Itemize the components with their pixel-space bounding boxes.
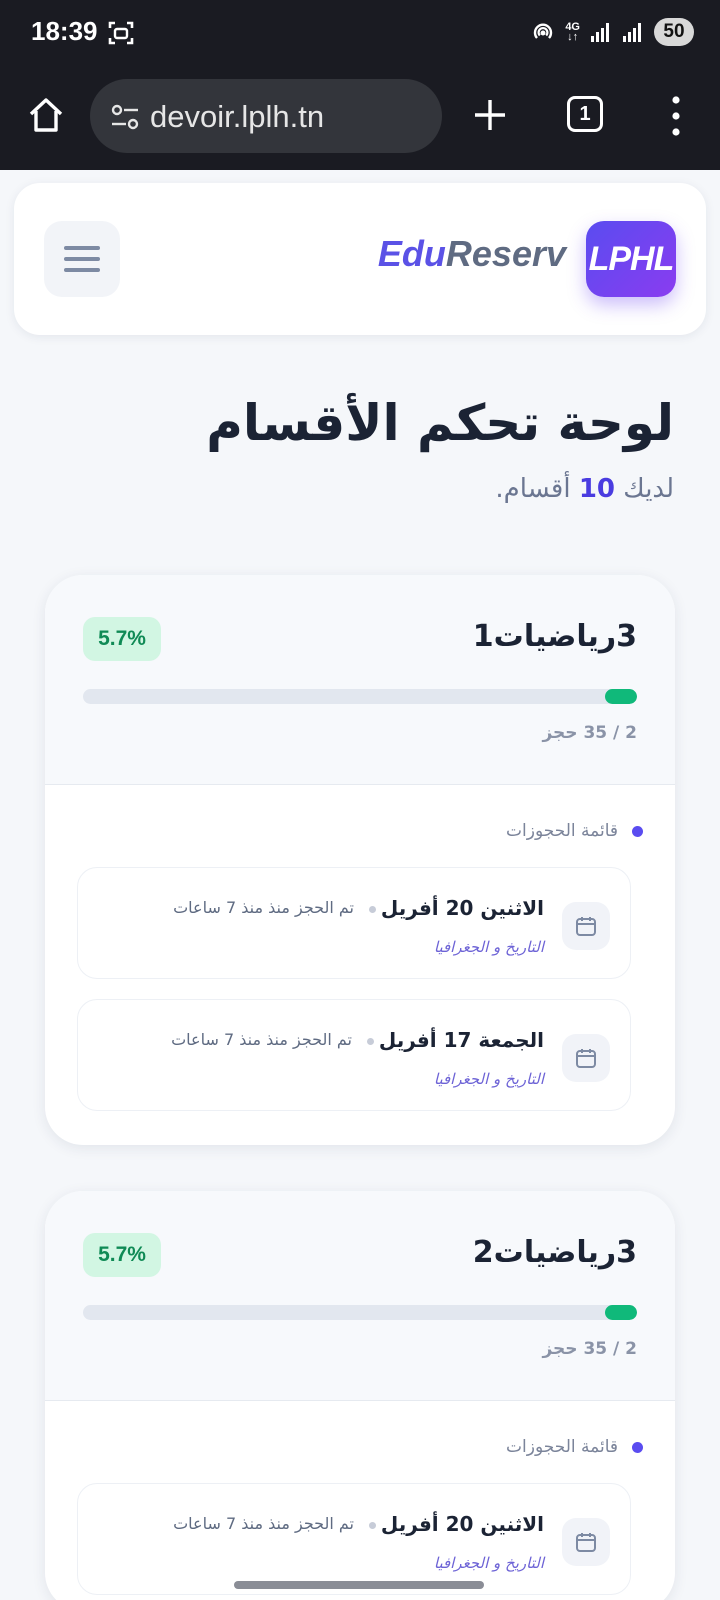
address-bar[interactable]: devoir.lplh.tn xyxy=(90,79,442,153)
app-header: EduReserv LPHL xyxy=(14,183,706,335)
booking-time-ago: تم الحجز منذ منذ 7 ساعات xyxy=(173,898,354,917)
bookings-list: قائمة الحجوزات الاثنين 20 أفريل تم الحجز… xyxy=(45,1401,675,1595)
page-subtitle: لديك 10 أقسام. xyxy=(495,474,674,504)
occupancy-progress-bar xyxy=(83,689,637,704)
bookings-list-title: قائمة الحجوزات xyxy=(506,1437,618,1457)
status-bar: 18:39 4G ↓↑ 50 xyxy=(0,0,720,68)
gesture-navigation-bar[interactable] xyxy=(234,1581,484,1589)
bookings-list-header: قائمة الحجوزات xyxy=(506,821,643,841)
section-card: 3رياضيات1 5.7% 2 / 35 حجز قائمة الحجوزات… xyxy=(45,575,675,1145)
separator-dot xyxy=(369,906,376,913)
screen-record-icon xyxy=(108,21,134,45)
url-text[interactable]: devoir.lplh.tn xyxy=(150,99,324,135)
section-count: 10 xyxy=(578,474,616,504)
signal-icon xyxy=(591,23,609,42)
subtitle-suffix: أقسام. xyxy=(495,474,571,504)
section-header: 3رياضيات1 5.7% 2 / 35 حجز xyxy=(45,575,675,785)
logo[interactable]: LPHL xyxy=(586,221,676,297)
progress-fill xyxy=(605,689,637,704)
separator-dot xyxy=(367,1038,374,1045)
home-icon[interactable] xyxy=(26,95,66,135)
booking-time-ago: تم الحجز منذ منذ 7 ساعات xyxy=(173,1514,354,1533)
booking-subject: التاريخ و الجغرافيا xyxy=(433,1554,544,1572)
separator-dot xyxy=(369,1522,376,1529)
bullet-dot xyxy=(632,825,643,837)
booking-date: الاثنين 20 أفريل xyxy=(380,1512,544,1536)
browser-toolbar: devoir.lplh.tn 1 xyxy=(0,68,720,170)
brand-reserv: Reserv xyxy=(445,233,566,274)
status-time: 18:39 xyxy=(31,16,98,46)
booking-date: الاثنين 20 أفريل xyxy=(380,896,544,920)
hamburger-menu-button[interactable] xyxy=(44,221,120,297)
progress-fill xyxy=(605,1305,637,1320)
site-settings-icon[interactable] xyxy=(110,103,140,131)
booking-count: 2 / 35 حجز xyxy=(542,723,637,743)
bookings-list: قائمة الحجوزات الاثنين 20 أفريل تم الحجز… xyxy=(45,785,675,1111)
booking-item[interactable]: الاثنين 20 أفريل تم الحجز منذ منذ 7 ساعا… xyxy=(77,1483,631,1595)
bookings-list-title: قائمة الحجوزات xyxy=(506,821,618,841)
signal-icon-2 xyxy=(623,23,641,42)
calendar-icon xyxy=(562,902,610,950)
hamburger-icon xyxy=(64,246,100,272)
occupancy-progress-bar xyxy=(83,1305,637,1320)
tab-switcher-button[interactable]: 1 xyxy=(567,96,603,132)
subtitle-prefix: لديك xyxy=(623,474,674,504)
hotspot-icon xyxy=(534,23,553,39)
brand-edu: Edu xyxy=(377,233,446,274)
section-name: 3رياضيات2 xyxy=(472,1235,637,1270)
brand-name[interactable]: EduReserv xyxy=(378,233,566,275)
booking-date: الجمعة 17 أفريل xyxy=(378,1028,544,1052)
section-card: 3رياضيات2 5.7% 2 / 35 حجز قائمة الحجوزات… xyxy=(45,1191,675,1600)
status-icons: 4G ↓↑ 50 xyxy=(531,18,694,46)
new-tab-icon[interactable] xyxy=(470,95,510,135)
section-name: 3رياضيات1 xyxy=(472,619,637,654)
occupancy-badge: 5.7% xyxy=(83,617,161,661)
bookings-list-header: قائمة الحجوزات xyxy=(506,1437,643,1457)
section-header: 3رياضيات2 5.7% 2 / 35 حجز xyxy=(45,1191,675,1401)
booking-count: 2 / 35 حجز xyxy=(542,1339,637,1359)
booking-subject: التاريخ و الجغرافيا xyxy=(433,1070,544,1088)
bullet-dot xyxy=(632,1441,643,1453)
occupancy-badge: 5.7% xyxy=(83,1233,161,1277)
page-title: لوحة تحكم الأقسام xyxy=(206,394,674,452)
battery-icon: 50 xyxy=(654,18,694,46)
calendar-icon xyxy=(562,1518,610,1566)
booking-item[interactable]: الجمعة 17 أفريل تم الحجز منذ منذ 7 ساعات… xyxy=(77,999,631,1111)
booking-subject: التاريخ و الجغرافيا xyxy=(433,938,544,956)
browser-menu-icon[interactable] xyxy=(664,94,688,138)
booking-item[interactable]: الاثنين 20 أفريل تم الحجز منذ منذ 7 ساعا… xyxy=(77,867,631,979)
booking-time-ago: تم الحجز منذ منذ 7 ساعات xyxy=(171,1030,352,1049)
calendar-icon xyxy=(562,1034,610,1082)
network-type: 4G ↓↑ xyxy=(565,21,580,43)
